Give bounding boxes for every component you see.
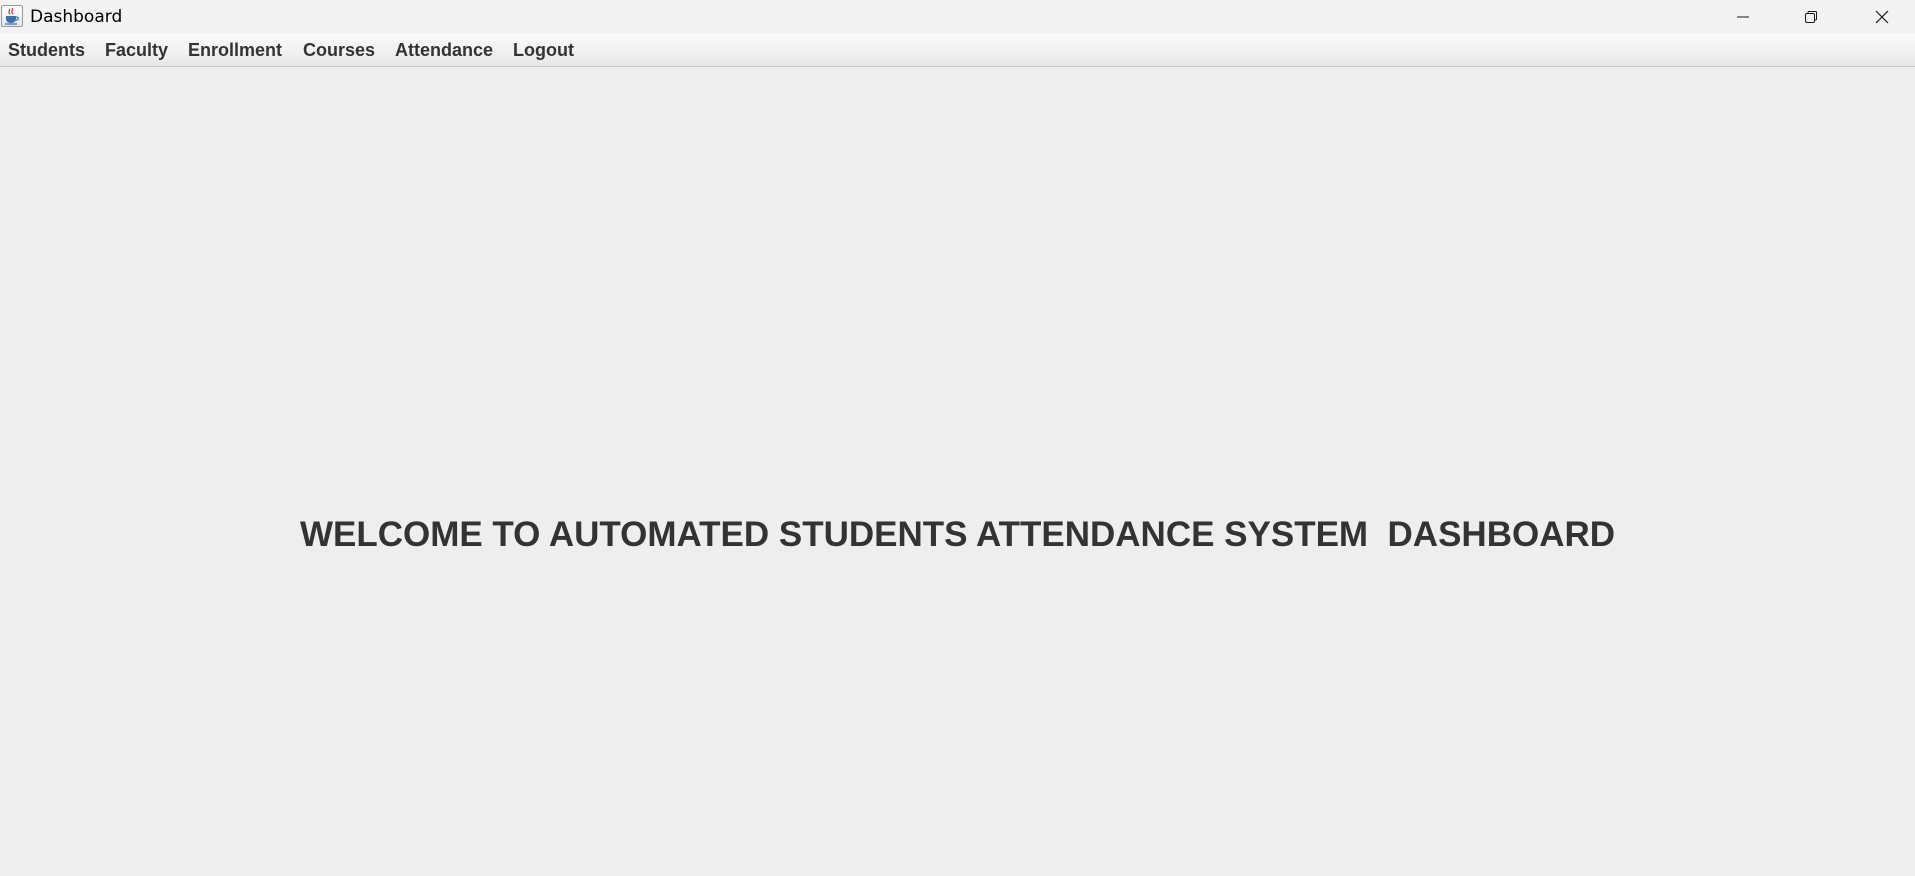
java-coffee-cup-icon[interactable] <box>1 5 23 27</box>
title-bar[interactable]: Dashboard <box>0 0 1915 34</box>
close-icon <box>1875 10 1889 24</box>
menu-bar: Students Faculty Enrollment Courses Atte… <box>0 34 1915 67</box>
restore-icon <box>1805 11 1817 23</box>
welcome-heading: WELCOME TO AUTOMATED STUDENTS ATTENDANCE… <box>299 515 1616 554</box>
menu-students[interactable]: Students <box>8 34 85 66</box>
dashboard-window: Dashboard Students Faculty Enrollment Co… <box>0 0 1915 876</box>
close-button[interactable] <box>1847 0 1915 34</box>
menu-faculty[interactable]: Faculty <box>105 34 168 66</box>
menu-courses[interactable]: Courses <box>303 34 375 66</box>
window-title: Dashboard <box>30 7 123 27</box>
dashboard-content: WELCOME TO AUTOMATED STUDENTS ATTENDANCE… <box>0 68 1915 876</box>
menu-enrollment[interactable]: Enrollment <box>188 34 282 66</box>
menu-attendance[interactable]: Attendance <box>395 34 493 66</box>
menu-logout[interactable]: Logout <box>513 34 574 66</box>
minimize-button[interactable] <box>1708 0 1778 34</box>
restore-button[interactable] <box>1776 0 1846 34</box>
minimize-icon <box>1737 16 1749 18</box>
